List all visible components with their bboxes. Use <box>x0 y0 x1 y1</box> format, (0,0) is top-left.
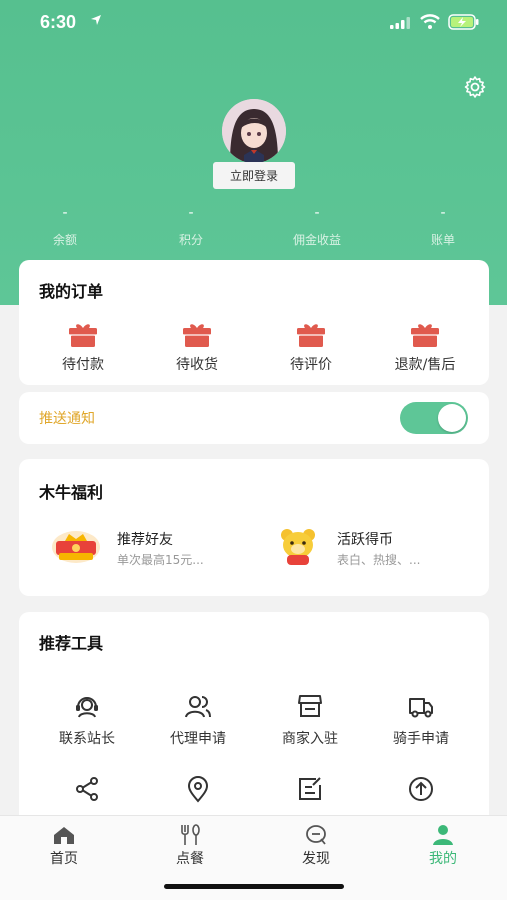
edit-note-icon <box>299 777 321 800</box>
battery-charging-icon <box>448 14 479 30</box>
welfare-card: 木牛福利 推荐好友 单次最高15元... 活跃得币 表白、热搜、... <box>19 459 489 596</box>
tool-upload[interactable] <box>366 775 476 811</box>
profile-icon <box>433 825 453 845</box>
user-stats: - 余额 - 积分 - 佣金收益 - 账单 <box>0 205 507 250</box>
tools-title: 推荐工具 <box>39 634 104 653</box>
welfare-text: 活跃得币 表白、热搜、... <box>337 521 477 571</box>
order-label: 待付款 <box>62 357 104 373</box>
stat-label: 余额 <box>52 233 77 247</box>
tool-rider-apply[interactable]: 骑手申请 <box>366 692 476 748</box>
delivery-truck-icon <box>409 698 433 718</box>
welfare-item-active-coins[interactable]: 活跃得币 表白、热搜、... <box>277 521 477 571</box>
login-button[interactable]: 立即登录 <box>213 162 295 189</box>
tool-share[interactable] <box>32 775 142 811</box>
tool-label: 代理申请 <box>170 731 226 747</box>
tab-mine[interactable]: 我的 <box>408 824 478 868</box>
stat-bills[interactable]: - 账单 <box>398 205 488 248</box>
tool-agent-apply[interactable]: 代理申请 <box>143 692 253 748</box>
order-refund[interactable]: 退款/售后 <box>377 322 473 374</box>
order-label: 待收货 <box>176 357 218 373</box>
tab-label: 点餐 <box>176 851 204 867</box>
tools-card: 推荐工具 联系站长 代理申请 商家入驻 骑手申请 <box>19 612 489 842</box>
headset-icon <box>76 697 98 718</box>
welfare-item-title: 推荐好友 <box>117 532 173 548</box>
tab-discover[interactable]: 发现 <box>281 824 351 868</box>
coupon-icon <box>52 531 100 563</box>
home-icon <box>54 827 74 844</box>
gift-box-icon <box>411 324 439 347</box>
tool-label: 商家入驻 <box>282 731 338 747</box>
wifi-icon <box>420 14 440 29</box>
bear-icon <box>281 529 315 565</box>
welfare-item-referral[interactable]: 推荐好友 单次最高15元... <box>51 521 251 571</box>
orders-title: 我的订单 <box>39 282 104 301</box>
avatar[interactable] <box>222 99 286 163</box>
tab-label: 首页 <box>50 851 78 867</box>
stat-value: - <box>440 205 446 221</box>
welfare-item-subtitle: 单次最高15元... <box>117 553 204 567</box>
tool-label: 联系站长 <box>59 731 115 747</box>
status-bar: 6:30 <box>0 0 507 46</box>
welfare-text: 推荐好友 单次最高15元... <box>117 521 257 571</box>
my-orders-card: 我的订单 待付款 待收货 待评价 退款/售后 <box>19 260 489 385</box>
toggle-knob <box>438 404 466 432</box>
stat-value: - <box>62 205 68 221</box>
order-pending-receipt[interactable]: 待收货 <box>149 322 245 374</box>
location-arrow-icon <box>91 15 101 25</box>
stat-label: 佣金收益 <box>292 233 341 247</box>
stat-value: - <box>188 205 194 221</box>
tab-home[interactable]: 首页 <box>29 824 99 868</box>
tool-merchant-join[interactable]: 商家入驻 <box>255 692 365 748</box>
cellular-signal-icon <box>390 17 410 29</box>
order-label: 退款/售后 <box>394 357 456 373</box>
push-toggle[interactable] <box>400 402 468 434</box>
settings-gear-icon[interactable] <box>463 75 487 99</box>
push-label: 推送通知 <box>39 411 95 427</box>
location-pin-icon <box>187 776 209 803</box>
tab-label: 发现 <box>302 851 330 867</box>
order-pending-review[interactable]: 待评价 <box>263 322 359 374</box>
gift-box-icon <box>297 324 325 347</box>
welfare-title: 木牛福利 <box>39 483 104 502</box>
stat-value: - <box>314 205 320 221</box>
store-icon <box>298 695 322 717</box>
tool-edit[interactable] <box>255 775 365 811</box>
upload-circle-icon <box>409 777 433 801</box>
share-icon <box>76 777 98 801</box>
gift-box-icon <box>69 324 97 347</box>
tool-label: 骑手申请 <box>393 731 449 747</box>
avatar-image <box>222 99 286 163</box>
home-indicator <box>164 884 344 889</box>
stat-label: 积分 <box>178 233 203 247</box>
stat-label: 账单 <box>430 233 455 247</box>
tab-order-food[interactable]: 点餐 <box>155 824 225 868</box>
welfare-item-subtitle: 表白、热搜、... <box>337 553 421 567</box>
stat-balance[interactable]: - 余额 <box>20 205 110 248</box>
stat-points[interactable]: - 积分 <box>146 205 236 248</box>
stat-commission[interactable]: - 佣金收益 <box>272 205 362 248</box>
users-icon <box>185 696 211 718</box>
discover-icon <box>306 825 326 845</box>
tool-contact-admin[interactable]: 联系站长 <box>32 692 142 748</box>
fork-knife-icon <box>181 824 200 845</box>
push-notification-card: 推送通知 <box>19 392 489 444</box>
order-label: 待评价 <box>290 357 332 373</box>
gift-box-icon <box>183 324 211 347</box>
tab-label: 我的 <box>429 851 457 867</box>
welfare-item-title: 活跃得币 <box>337 532 393 548</box>
tool-location[interactable] <box>143 775 253 811</box>
status-time: 6:30 <box>40 12 77 32</box>
order-pending-payment[interactable]: 待付款 <box>35 322 131 374</box>
